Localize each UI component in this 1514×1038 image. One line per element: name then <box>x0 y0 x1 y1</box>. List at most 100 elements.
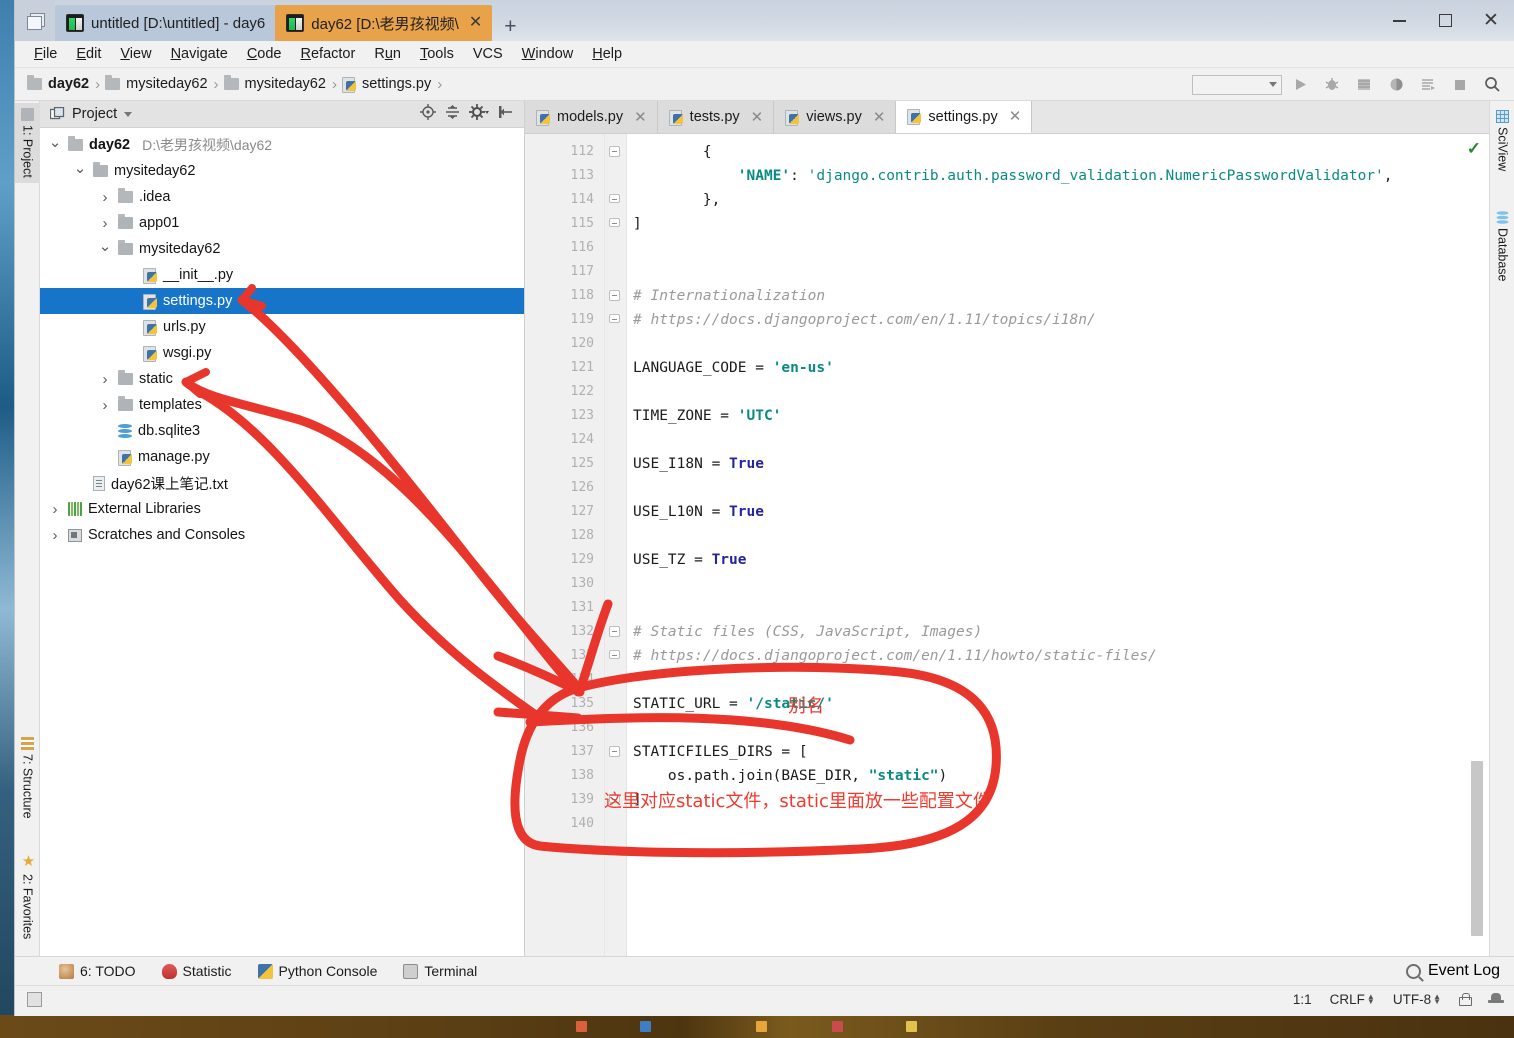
chevron-down-icon[interactable] <box>48 136 62 154</box>
tree-item-templates[interactable]: templates <box>40 392 524 418</box>
breadcrumb-settings-py[interactable]: settings.py <box>341 76 431 93</box>
menu-navigate[interactable]: Navigate <box>162 43 237 65</box>
tree-item-app01[interactable]: app01 <box>40 210 524 236</box>
code-line[interactable]: USE_L10N = True <box>627 500 1489 524</box>
caret-position[interactable]: 1:1 <box>1293 992 1312 1007</box>
code-line[interactable]: { <box>627 140 1489 164</box>
taskbar-app-icon[interactable] <box>576 1021 587 1032</box>
tree-item--idea[interactable]: .idea <box>40 184 524 210</box>
fold-end-icon[interactable] <box>609 218 620 227</box>
tree-item-urls-py[interactable]: urls.py <box>40 314 524 340</box>
sidebar-item-database[interactable]: Database <box>1490 206 1514 287</box>
tree-item-settings-py[interactable]: settings.py <box>40 288 524 314</box>
chevron-right-icon[interactable] <box>98 215 112 232</box>
sidebar-item-favorites[interactable]: ★ 2: Favorites <box>15 847 40 944</box>
menu-view[interactable]: View <box>111 43 160 65</box>
code-line[interactable]: # https://docs.djangoproject.com/en/1.11… <box>627 308 1489 332</box>
chevron-down-icon[interactable] <box>98 240 112 258</box>
menu-run[interactable]: Run <box>365 43 410 65</box>
tab-tests-py[interactable]: tests.py ✕ <box>657 101 775 133</box>
code-line[interactable]: ] <box>627 212 1489 236</box>
tree-item-external-libraries[interactable]: External Libraries <box>40 496 524 522</box>
fold-end-icon[interactable] <box>609 650 620 659</box>
event-log-button[interactable]: Event Log <box>1405 962 1514 980</box>
code-line[interactable] <box>627 236 1489 260</box>
code-line[interactable]: # Static files (CSS, JavaScript, Images) <box>627 620 1489 644</box>
fold-end-icon[interactable] <box>609 194 620 203</box>
code-line[interactable] <box>627 716 1489 740</box>
code-line[interactable] <box>627 668 1489 692</box>
tool-button-todo[interactable]: 6: TODO <box>59 963 136 979</box>
minimize-button[interactable] <box>1376 0 1422 41</box>
taskbar-app-icon[interactable] <box>906 1021 917 1032</box>
tree-item-scratches-and-consoles[interactable]: Scratches and Consoles <box>40 522 524 548</box>
chevron-down-icon[interactable] <box>124 111 133 117</box>
menu-code[interactable]: Code <box>238 43 291 65</box>
chevron-right-icon[interactable] <box>98 397 112 414</box>
fold-collapse-icon[interactable] <box>609 746 620 757</box>
tool-button-statistic[interactable]: Statistic <box>161 963 232 979</box>
code-line[interactable]: LANGUAGE_CODE = 'en-us' <box>627 356 1489 380</box>
code-line[interactable]: # Internationalization <box>627 284 1489 308</box>
locate-file-icon[interactable] <box>420 103 436 125</box>
tree-item-mysiteday62[interactable]: mysiteday62 <box>40 158 524 184</box>
close-icon[interactable]: ✕ <box>751 110 764 125</box>
fold-collapse-icon[interactable] <box>609 146 620 157</box>
close-button[interactable]: ✕ <box>1468 0 1514 41</box>
collapse-all-icon[interactable] <box>445 104 460 125</box>
code-line[interactable]: USE_TZ = True <box>627 548 1489 572</box>
code-line[interactable] <box>627 524 1489 548</box>
code-line[interactable] <box>627 596 1489 620</box>
code-line[interactable]: STATICFILES_DIRS = [ <box>627 740 1489 764</box>
code-line[interactable]: TIME_ZONE = 'UTC' <box>627 404 1489 428</box>
code-line[interactable] <box>627 812 1489 836</box>
code-line[interactable]: # https://docs.djangoproject.com/en/1.11… <box>627 644 1489 668</box>
tab-models-py[interactable]: models.py ✕ <box>525 101 658 133</box>
tree-item-db-sqlite3[interactable]: db.sqlite3 <box>40 418 524 444</box>
maximize-button[interactable] <box>1422 0 1468 41</box>
taskbar-app-icon[interactable] <box>832 1021 843 1032</box>
project-tree[interactable]: day62 D:\老男孩视频\day62 mysiteday62 .idea app01… <box>40 128 524 956</box>
inspection-profile-icon[interactable] <box>1488 992 1504 1006</box>
new-project-tab-button[interactable]: + <box>492 16 526 41</box>
taskbar-app-icon[interactable] <box>756 1021 767 1032</box>
code-line[interactable] <box>627 380 1489 404</box>
tree-item--init-py[interactable]: __init__.py <box>40 262 524 288</box>
tree-item-mysiteday62[interactable]: mysiteday62 <box>40 236 524 262</box>
sidebar-item-structure[interactable]: 7: Structure <box>15 732 40 824</box>
tree-item-wsgi-py[interactable]: wsgi.py <box>40 340 524 366</box>
project-tab-untitled[interactable]: untitled [D:\untitled] - day6 <box>55 5 276 41</box>
chevron-right-icon[interactable] <box>48 501 62 518</box>
breadcrumb-day62[interactable]: day62 <box>27 75 89 92</box>
code-line[interactable] <box>627 332 1489 356</box>
tab-settings-py[interactable]: settings.py ✕ <box>896 101 1033 133</box>
fold-collapse-icon[interactable] <box>609 290 620 301</box>
chevron-right-icon[interactable] <box>98 189 112 206</box>
code-line[interactable]: os.path.join(BASE_DIR, "static") <box>627 764 1489 788</box>
debug-button[interactable] <box>1318 73 1346 97</box>
menu-edit[interactable]: Edit <box>67 43 110 65</box>
taskbar-app-icon[interactable] <box>640 1021 651 1032</box>
source-code[interactable]: { 'NAME': 'django.contrib.auth.password_… <box>627 134 1489 956</box>
menu-help[interactable]: Help <box>583 43 631 65</box>
code-line[interactable] <box>627 428 1489 452</box>
run-configuration-selector[interactable] <box>1192 74 1282 95</box>
menu-tools[interactable]: Tools <box>411 43 463 65</box>
line-separator-selector[interactable]: CRLF ▲ ▼ <box>1330 992 1375 1007</box>
run-with-console-button[interactable] <box>1414 73 1442 97</box>
settings-gear-icon[interactable] <box>469 103 489 125</box>
tool-button-terminal[interactable]: Terminal <box>403 963 477 979</box>
sidebar-item-sciview[interactable]: SciView <box>1490 105 1514 176</box>
fold-end-icon[interactable] <box>609 314 620 323</box>
tab-views-py[interactable]: views.py ✕ <box>774 101 897 133</box>
fold-collapse-icon[interactable] <box>609 626 620 637</box>
coverage-button[interactable] <box>1350 73 1378 97</box>
close-icon[interactable]: ✕ <box>1009 109 1022 124</box>
sidebar-item-project[interactable]: 1: Project <box>15 103 40 183</box>
code-line[interactable]: }, <box>627 188 1489 212</box>
menu-vcs[interactable]: VCS <box>464 43 512 65</box>
run-button[interactable] <box>1286 73 1314 97</box>
code-line[interactable]: ] <box>627 788 1489 812</box>
chevron-right-icon[interactable] <box>98 371 112 388</box>
inspection-ok-icon[interactable]: ✓ <box>1467 140 1481 157</box>
